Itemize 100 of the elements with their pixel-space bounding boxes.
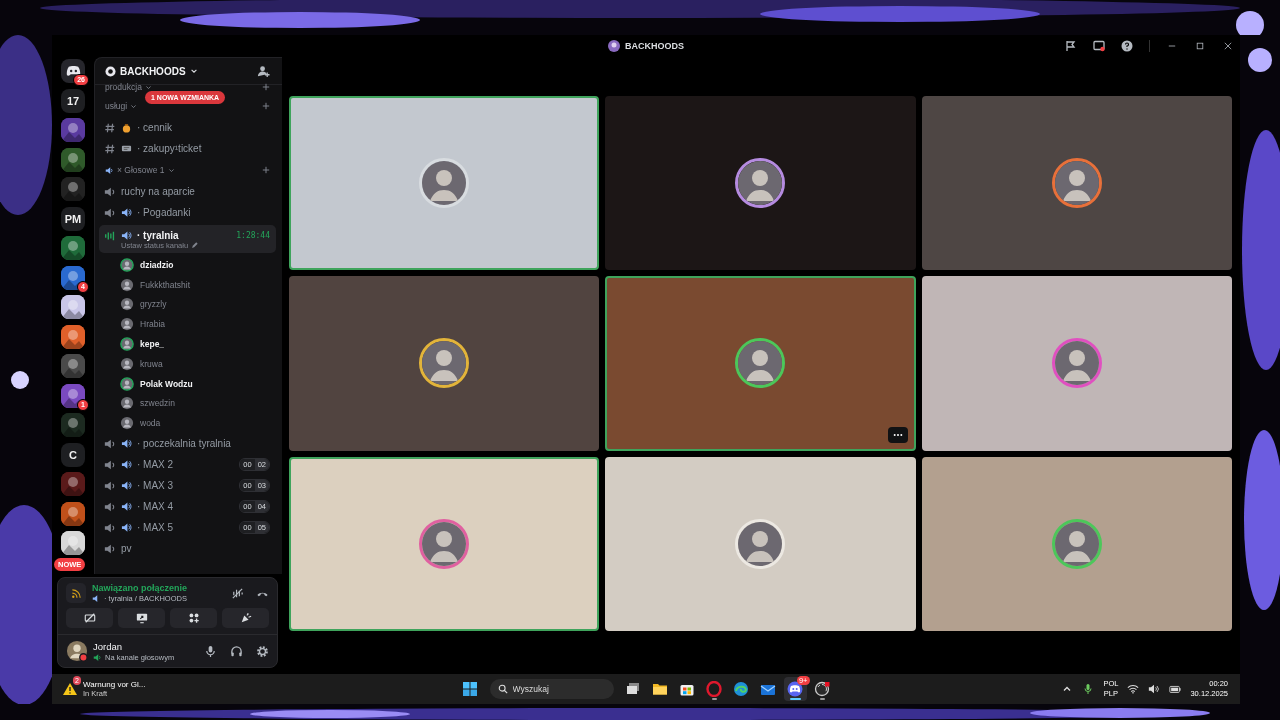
monitor-icon[interactable] bbox=[1093, 40, 1105, 52]
voice-channel[interactable]: ruchy na aparcie bbox=[99, 181, 276, 202]
controller-icon bbox=[787, 681, 803, 697]
voice-channel[interactable]: · Pogadanki bbox=[99, 202, 276, 223]
voice-channel-icon bbox=[104, 185, 116, 198]
search-field[interactable]: Wyszukaj bbox=[489, 679, 614, 699]
wifi-icon[interactable] bbox=[1127, 683, 1140, 695]
voice-channel-icon bbox=[104, 437, 116, 450]
chevron-icon bbox=[130, 102, 138, 110]
activities-button[interactable] bbox=[170, 608, 217, 628]
server-button[interactable]: PM bbox=[61, 206, 85, 231]
headphones-icon[interactable] bbox=[230, 644, 243, 658]
flag-icon[interactable] bbox=[1065, 40, 1077, 52]
user-name: Jordan bbox=[93, 640, 124, 652]
text-channel[interactable]: · cennik bbox=[99, 117, 276, 138]
voice-channel-icon bbox=[104, 542, 116, 555]
warning-icon bbox=[62, 682, 78, 696]
money-bag-icon bbox=[121, 122, 132, 133]
category-label[interactable]: × Głosowe 1 bbox=[117, 165, 165, 175]
camera-button[interactable] bbox=[66, 608, 113, 628]
soundboard-button[interactable] bbox=[222, 608, 269, 628]
more-icon bbox=[892, 432, 903, 437]
apps-icon bbox=[187, 612, 200, 624]
voice-member[interactable]: szwedzin bbox=[99, 393, 276, 414]
video-tile[interactable] bbox=[921, 96, 1232, 271]
help-icon[interactable] bbox=[1121, 40, 1133, 52]
call-timer: 1:28:44 bbox=[236, 231, 270, 240]
noise-suppression-icon[interactable] bbox=[231, 586, 244, 600]
video-tile[interactable] bbox=[289, 96, 600, 271]
settings-icon[interactable] bbox=[256, 644, 269, 658]
video-tile[interactable] bbox=[605, 96, 916, 271]
pencil-icon[interactable] bbox=[191, 242, 199, 249]
category-label[interactable]: usługi bbox=[105, 101, 128, 111]
record-icon bbox=[814, 681, 830, 697]
server-button[interactable]: 17 bbox=[61, 88, 85, 113]
category-label[interactable]: produkcja bbox=[105, 83, 142, 91]
chevron-icon bbox=[144, 84, 152, 91]
server-button[interactable] bbox=[61, 354, 85, 378]
speaker-icon bbox=[121, 230, 132, 241]
voice-member[interactable]: dziadzio bbox=[99, 255, 276, 275]
windows-icon bbox=[462, 681, 478, 697]
voice-member[interactable]: Hrabia bbox=[99, 314, 276, 335]
battery-icon[interactable] bbox=[1169, 683, 1182, 695]
voice-channel-icon bbox=[104, 458, 116, 471]
plus-icon[interactable] bbox=[262, 166, 270, 174]
video-tile[interactable] bbox=[921, 276, 1232, 451]
chevron-icon bbox=[189, 67, 198, 75]
server-button[interactable] bbox=[61, 324, 85, 349]
add-member-icon[interactable] bbox=[257, 64, 270, 78]
text-channel[interactable]: · zakupy¹ticket bbox=[99, 138, 276, 159]
minimize-icon bbox=[1168, 42, 1176, 50]
speaker-icon bbox=[121, 207, 132, 218]
voice-member[interactable]: Polak Wodzu bbox=[99, 373, 276, 394]
hash-icon bbox=[104, 121, 116, 134]
server-button[interactable] bbox=[61, 295, 85, 319]
voice-channel[interactable]: · poczekalnia tyralnia bbox=[99, 433, 276, 455]
server-button[interactable] bbox=[61, 147, 85, 172]
volume-icon[interactable] bbox=[1148, 683, 1161, 695]
voice-channel-icon bbox=[104, 479, 116, 492]
video-tile[interactable] bbox=[921, 456, 1232, 631]
plus-icon[interactable] bbox=[262, 102, 270, 110]
maximize-icon bbox=[1196, 42, 1204, 50]
windows-stack-icon bbox=[625, 681, 641, 697]
video-tile[interactable] bbox=[605, 276, 916, 451]
speaker-icon bbox=[121, 501, 132, 513]
voice-channel[interactable]: pv bbox=[99, 538, 276, 560]
controller-icon bbox=[65, 65, 81, 77]
close-icon bbox=[1224, 42, 1232, 50]
search-icon bbox=[497, 684, 508, 694]
voice-member[interactable]: woda bbox=[99, 413, 276, 434]
speaker-icon bbox=[121, 480, 132, 492]
voice-channel-icon bbox=[104, 500, 116, 513]
server-button[interactable] bbox=[61, 236, 85, 260]
video-tile[interactable] bbox=[289, 456, 600, 631]
window-title: BACKHOODS bbox=[625, 41, 684, 51]
voice-member[interactable]: Fukkkthatshit bbox=[99, 274, 276, 295]
server-name[interactable]: BACKHOODS bbox=[120, 65, 186, 77]
speaker-icon bbox=[121, 459, 132, 471]
server-button[interactable] bbox=[61, 501, 85, 526]
speaker-icon bbox=[105, 165, 114, 175]
screen-share-icon bbox=[135, 612, 148, 624]
server-button[interactable] bbox=[61, 531, 85, 555]
voice-channel-icon bbox=[104, 521, 116, 534]
video-tile[interactable] bbox=[605, 456, 916, 631]
server-button[interactable] bbox=[61, 118, 85, 142]
close-button[interactable] bbox=[1222, 40, 1234, 52]
screen-share-button[interactable] bbox=[118, 608, 165, 628]
speaker-icon bbox=[121, 438, 132, 450]
microphone-icon[interactable] bbox=[204, 644, 217, 658]
more-button[interactable] bbox=[887, 426, 908, 443]
avatar bbox=[66, 640, 88, 662]
voice-member[interactable]: kepe_ bbox=[99, 334, 276, 354]
video-tile[interactable] bbox=[289, 276, 600, 451]
server-button[interactable]: C bbox=[61, 442, 85, 467]
voice-member[interactable]: gryzzly bbox=[99, 294, 276, 315]
plus-icon[interactable] bbox=[262, 83, 270, 91]
server-icon bbox=[608, 40, 620, 52]
voice-member[interactable]: kruwa bbox=[99, 354, 276, 374]
maximize-button[interactable] bbox=[1194, 40, 1206, 52]
voice-channel-icon bbox=[104, 206, 116, 219]
